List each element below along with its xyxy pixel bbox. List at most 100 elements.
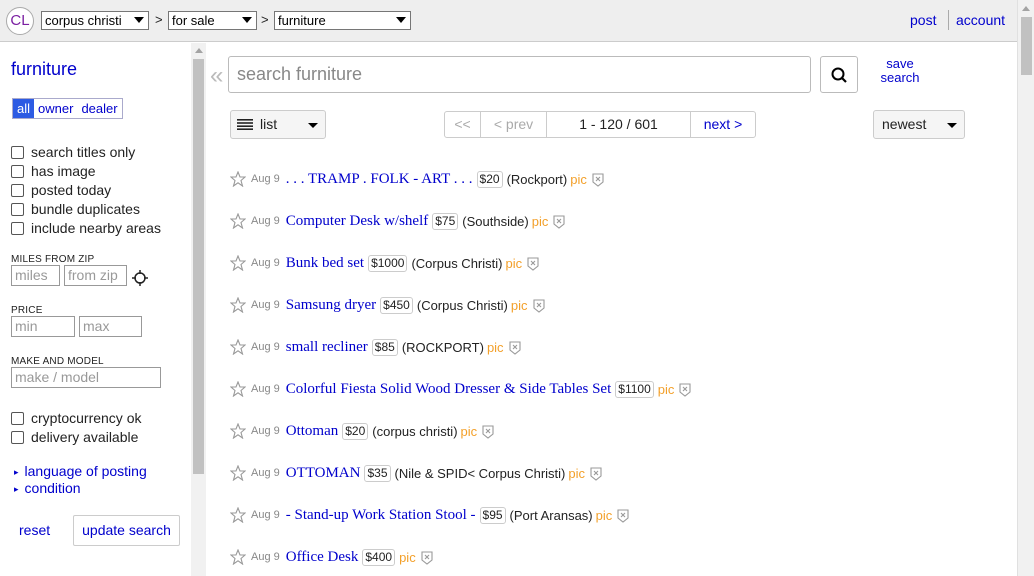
filter-include-nearby[interactable]: include nearby areas	[11, 220, 161, 236]
listing-title-link[interactable]: Ottoman	[286, 423, 339, 440]
collapse-sidebar-icon[interactable]: «	[210, 62, 223, 90]
post-link[interactable]: post	[910, 12, 936, 28]
listing-date: Aug 9	[251, 383, 280, 395]
view-mode-select[interactable]: list	[230, 110, 326, 139]
category-select-value: for sale	[172, 13, 215, 28]
listing-row: Aug 9 Bunk bed set $1000 (Corpus Christi) pi…	[230, 252, 540, 274]
listing-pic-tag: pic	[568, 465, 585, 481]
listing-title-link[interactable]: - Stand-up Work Station Stool -	[286, 507, 476, 524]
chevron-down-icon	[947, 123, 957, 128]
listing-location: (Nile & SPID< Corpus Christi)	[394, 465, 566, 481]
reset-link[interactable]: reset	[19, 522, 50, 538]
listing-location: (Port Aransas)	[509, 507, 593, 523]
checkbox[interactable]	[11, 183, 24, 197]
listing-title-link[interactable]: small recliner	[286, 339, 368, 356]
hide-posting-icon[interactable]	[508, 340, 522, 355]
expander-label: condition	[24, 480, 81, 496]
update-search-button[interactable]: update search	[73, 515, 180, 546]
hide-posting-icon[interactable]	[678, 382, 692, 397]
listing-title-link[interactable]: Office Desk	[286, 549, 359, 566]
prev-page-button[interactable]: < prev	[481, 112, 547, 137]
locate-icon[interactable]	[132, 270, 148, 286]
hide-posting-icon[interactable]	[591, 172, 605, 187]
favorite-star-icon[interactable]	[230, 339, 246, 355]
first-page-button[interactable]: <<	[445, 112, 481, 137]
filter-has-image[interactable]: has image	[11, 163, 96, 179]
sort-select[interactable]: newest	[873, 110, 965, 139]
category-title[interactable]: furniture	[11, 59, 77, 80]
favorite-star-icon[interactable]	[230, 213, 246, 229]
listing-title-link[interactable]: Bunk bed set	[286, 255, 364, 272]
favorite-star-icon[interactable]	[230, 465, 246, 481]
expander-language[interactable]: ▸ language of posting	[14, 463, 147, 479]
listing-location: (corpus christi)	[372, 423, 458, 439]
filter-cryptocurrency-ok[interactable]: cryptocurrency ok	[11, 410, 141, 426]
filter-posted-today[interactable]: posted today	[11, 182, 111, 198]
caret-right-icon: ▸	[14, 467, 19, 477]
favorite-star-icon[interactable]	[230, 423, 246, 439]
page-scrollbar[interactable]	[1017, 0, 1034, 576]
hide-posting-icon[interactable]	[552, 214, 566, 229]
filter-sidebar: furniture all owner dealer search titles…	[0, 43, 191, 576]
scroll-up-icon[interactable]	[1022, 6, 1030, 11]
city-select[interactable]: corpus christi	[41, 11, 149, 30]
listing-row: Aug 9 . . . TRAMP . FOLK - ART . . . $20 (R…	[230, 168, 605, 190]
listing-title-link[interactable]: Computer Desk w/shelf	[286, 213, 428, 230]
sidebar-scrollbar[interactable]	[191, 43, 206, 576]
category-select[interactable]: for sale	[168, 11, 257, 30]
checkbox[interactable]	[11, 202, 24, 216]
checkbox[interactable]	[11, 411, 24, 425]
make-model-input[interactable]: make / model	[11, 367, 161, 388]
hide-posting-icon[interactable]	[420, 550, 434, 565]
account-link[interactable]: account	[956, 12, 1005, 28]
caret-right-icon: ▸	[14, 484, 19, 494]
favorite-star-icon[interactable]	[230, 255, 246, 271]
listing-title-link[interactable]: Colorful Fiesta Solid Wood Dresser & Sid…	[286, 381, 612, 398]
max-price-input[interactable]: max	[79, 316, 142, 337]
checkbox[interactable]	[11, 430, 24, 444]
listing-date: Aug 9	[251, 257, 280, 269]
listing-title-link[interactable]: OTTOMAN	[286, 465, 361, 482]
search-input[interactable]: search furniture	[228, 56, 811, 93]
hide-posting-icon[interactable]	[589, 466, 603, 481]
favorite-star-icon[interactable]	[230, 297, 246, 313]
zip-input[interactable]: from zip	[64, 265, 127, 286]
hide-posting-icon[interactable]	[481, 424, 495, 439]
subcategory-select[interactable]: furniture	[274, 11, 411, 30]
scrollbar-thumb[interactable]	[1021, 17, 1032, 75]
listing-row: Aug 9 small recliner $85 (ROCKPORT) pic	[230, 336, 522, 358]
checkbox[interactable]	[11, 145, 24, 159]
favorite-star-icon[interactable]	[230, 549, 246, 565]
next-page-button[interactable]: next >	[691, 112, 755, 137]
seller-type-dealer[interactable]: dealer	[77, 99, 121, 118]
result-range: 1 - 120 / 601	[547, 112, 691, 137]
breadcrumb-separator: >	[155, 12, 163, 27]
favorite-star-icon[interactable]	[230, 381, 246, 397]
hide-posting-icon[interactable]	[616, 508, 630, 523]
listing-row: Aug 9 Colorful Fiesta Solid Wood Dresser …	[230, 378, 692, 400]
checkbox[interactable]	[11, 221, 24, 235]
favorite-star-icon[interactable]	[230, 507, 246, 523]
hide-posting-icon[interactable]	[526, 256, 540, 271]
checkbox[interactable]	[11, 164, 24, 178]
listing-title-link[interactable]: Samsung dryer	[286, 297, 376, 314]
filter-bundle-duplicates[interactable]: bundle duplicates	[11, 201, 140, 217]
listing-title-link[interactable]: . . . TRAMP . FOLK - ART . . .	[286, 171, 473, 188]
seller-type-owner[interactable]: owner	[34, 99, 77, 118]
chevron-down-icon	[396, 17, 406, 23]
craigslist-logo[interactable]: CL	[6, 7, 34, 35]
miles-input[interactable]: miles	[11, 265, 60, 286]
scrollbar-thumb[interactable]	[193, 59, 204, 474]
min-price-input[interactable]: min	[11, 316, 75, 337]
divider	[948, 10, 949, 30]
seller-type-all[interactable]: all	[13, 99, 35, 118]
hide-posting-icon[interactable]	[532, 298, 546, 313]
filter-delivery-available[interactable]: delivery available	[11, 429, 138, 445]
checkbox-label: has image	[31, 163, 96, 179]
favorite-star-icon[interactable]	[230, 171, 246, 187]
save-search-link[interactable]: save search	[874, 57, 926, 85]
expander-condition[interactable]: ▸ condition	[14, 480, 81, 496]
scroll-up-icon[interactable]	[195, 48, 203, 53]
filter-search-titles-only[interactable]: search titles only	[11, 144, 135, 160]
search-button[interactable]	[820, 56, 858, 93]
